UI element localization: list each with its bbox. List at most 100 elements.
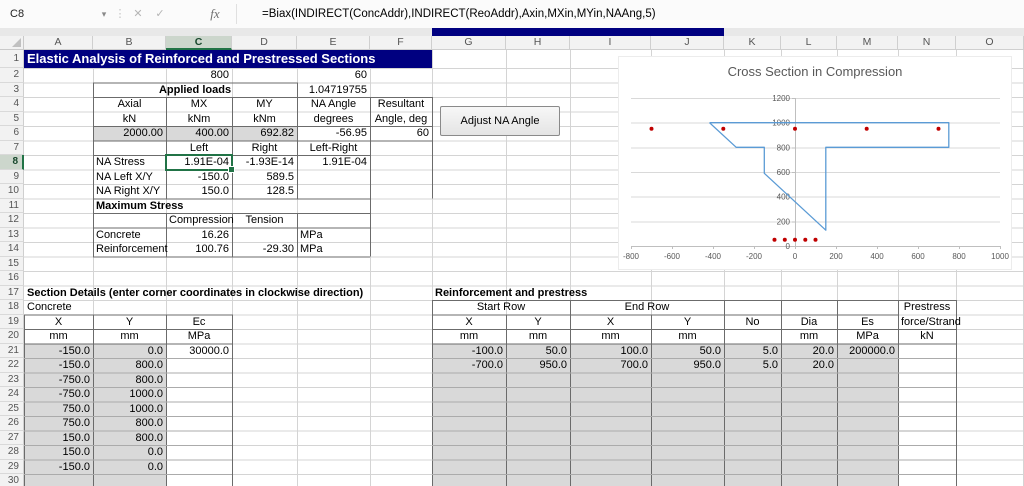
cell-I22[interactable]: 700.0 [570,358,651,373]
cell-A17[interactable]: Section Details (enter corner coordinate… [24,286,432,301]
row-header-3[interactable]: 3 [0,83,24,98]
cell-B19[interactable]: Y [93,315,166,330]
cell-C5[interactable]: kNm [166,112,232,127]
row-header-6[interactable]: 6 [0,126,24,141]
cell-B26[interactable]: 800.0 [93,416,166,431]
row-header-29[interactable]: 29 [0,460,24,475]
cell-B21[interactable]: 0.0 [93,344,166,359]
cell-E5[interactable]: degrees [297,112,370,127]
cell-B10[interactable]: NA Right X/Y [93,184,166,199]
cell-E3[interactable]: 1.04719755 [297,83,370,98]
name-box[interactable]: C8 [0,0,104,28]
cell-B13[interactable]: Concrete [93,228,166,243]
cell-B23[interactable]: 800.0 [93,373,166,388]
row-header-1[interactable]: 1 [0,50,24,68]
cancel-icon[interactable]: ✕ [128,0,148,28]
row-header-10[interactable]: 10 [0,184,24,199]
column-header-B[interactable]: B [93,36,166,50]
row-header-9[interactable]: 9 [0,170,24,185]
column-header-C[interactable]: C [166,36,232,50]
cell-M20[interactable]: MPa [837,329,898,344]
row-header-24[interactable]: 24 [0,387,24,402]
cell-A26[interactable]: 750.0 [24,416,93,431]
cell-A25[interactable]: 750.0 [24,402,93,417]
cell-C19[interactable]: Ec [166,315,232,330]
row-header-23[interactable]: 23 [0,373,24,388]
cell-B28[interactable]: 0.0 [93,445,166,460]
cell-D5[interactable]: kNm [232,112,297,127]
insert-function-icon[interactable]: fx [202,0,228,28]
row-header-26[interactable]: 26 [0,416,24,431]
cell-L22[interactable]: 20.0 [781,358,837,373]
row-header-5[interactable]: 5 [0,112,24,127]
enter-icon[interactable]: ✓ [150,0,170,28]
cell-B11[interactable]: Maximum Stress [93,199,166,214]
cell-B6[interactable]: 2000.00 [93,126,166,141]
row-header-16[interactable]: 16 [0,271,24,286]
cell-A22[interactable]: -150.0 [24,358,93,373]
formula-input[interactable]: =Biax(INDIRECT(ConcAddr),INDIRECT(ReoAdd… [262,0,656,28]
cell-B27[interactable]: 800.0 [93,431,166,446]
cell-B25[interactable]: 1000.0 [93,402,166,417]
cell-D9[interactable]: 589.5 [232,170,297,185]
cell-A18[interactable]: Concrete [24,300,93,315]
column-header-A[interactable]: A [24,36,93,50]
cell-B3[interactable]: Applied loads [93,83,297,98]
cell-G18[interactable]: Start Row [432,300,570,315]
cell-B4[interactable]: Axial [93,97,166,112]
row-header-15[interactable]: 15 [0,257,24,272]
cell-E6[interactable]: -56.95 [297,126,370,141]
cell-H22[interactable]: 950.0 [506,358,570,373]
cell-C7[interactable]: Left [166,141,232,156]
select-all-corner[interactable] [0,36,24,50]
row-header-13[interactable]: 13 [0,228,24,243]
row-header-11[interactable]: 11 [0,199,24,214]
cell-B20[interactable]: mm [93,329,166,344]
cell-D8[interactable]: -1.93E-14 [232,155,297,170]
cell-C21[interactable]: 30000.0 [166,344,232,359]
cell-A20[interactable]: mm [24,329,93,344]
cell-G22[interactable]: -700.0 [432,358,506,373]
cell-D7[interactable]: Right [232,141,297,156]
cell-B5[interactable]: kN [93,112,166,127]
cell-B22[interactable]: 800.0 [93,358,166,373]
cell-K19[interactable]: No [724,315,781,330]
cell-E13[interactable]: MPa [297,228,370,243]
cell-K21[interactable]: 5.0 [724,344,781,359]
cell-C9[interactable]: -150.0 [166,170,232,185]
column-header-H[interactable]: H [506,36,570,50]
cell-A23[interactable]: -750.0 [24,373,93,388]
cell-I19[interactable]: X [570,315,651,330]
title-banner[interactable]: Elastic Analysis of Reinforced and Prest… [24,50,432,68]
cell-L19[interactable]: Dia [781,315,837,330]
cell-N18[interactable]: Prestress [898,300,956,315]
row-header-8[interactable]: 8 [0,155,24,170]
cell-E2[interactable]: 60 [297,68,370,83]
cell-A27[interactable]: 150.0 [24,431,93,446]
cell-N19[interactable]: force/Strand [898,315,956,330]
cell-A29[interactable]: -150.0 [24,460,93,475]
cross-section-chart[interactable]: -800-600-400-200020040060080010000200400… [618,56,1012,270]
row-header-19[interactable]: 19 [0,315,24,330]
cell-H19[interactable]: Y [506,315,570,330]
column-header-E[interactable]: E [297,36,370,50]
column-header-I[interactable]: I [570,36,651,50]
cell-C10[interactable]: 150.0 [166,184,232,199]
column-header-J[interactable]: J [651,36,724,50]
cell-F4[interactable]: Resultant [370,97,432,112]
cell-A28[interactable]: 150.0 [24,445,93,460]
row-header-18[interactable]: 18 [0,300,24,315]
row-header-14[interactable]: 14 [0,242,24,257]
cell-I20[interactable]: mm [570,329,651,344]
cell-E14[interactable]: MPa [297,242,370,257]
cell-C20[interactable]: MPa [166,329,232,344]
cell-B14[interactable]: Reinforcement [93,242,166,257]
cell-M21[interactable]: 200000.0 [837,344,898,359]
cell-D10[interactable]: 128.5 [232,184,297,199]
cell-I18[interactable]: End Row [570,300,724,315]
cell-C6[interactable]: 400.00 [166,126,232,141]
cell-K22[interactable]: 5.0 [724,358,781,373]
cell-H20[interactable]: mm [506,329,570,344]
cell-E8[interactable]: 1.91E-04 [297,155,370,170]
cell-C4[interactable]: MX [166,97,232,112]
